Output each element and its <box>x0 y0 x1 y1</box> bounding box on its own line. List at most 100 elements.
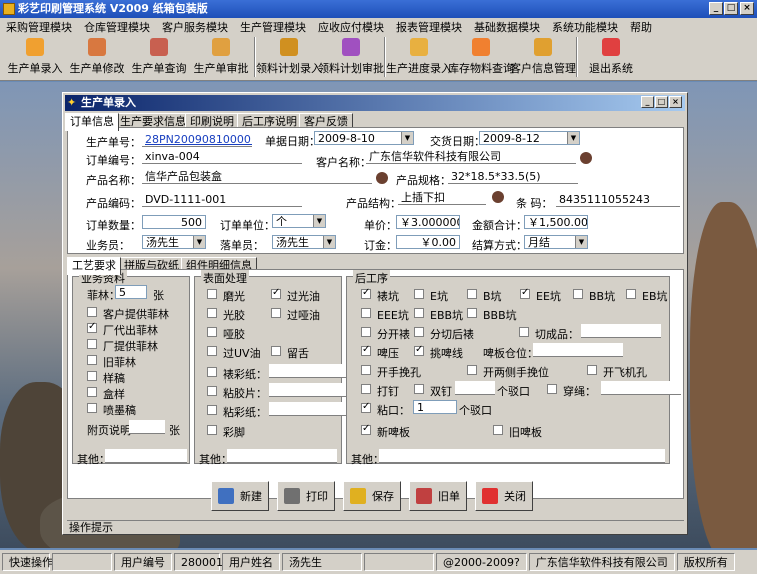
tab[interactable]: 订单信息 <box>65 113 119 131</box>
checkbox[interactable] <box>207 308 217 318</box>
checkbox-text-field[interactable] <box>269 364 349 378</box>
checkbox[interactable] <box>271 346 281 356</box>
checkbox[interactable] <box>87 355 97 365</box>
menu-item[interactable]: 仓库管理模块 <box>84 19 150 35</box>
order-no-field[interactable]: xinva-004 <box>142 150 302 164</box>
unit-select[interactable]: 个 ▼ <box>272 214 326 228</box>
business-other-field[interactable] <box>105 449 187 463</box>
checkbox[interactable] <box>207 289 217 299</box>
checkbox[interactable] <box>271 308 281 318</box>
checkbox[interactable] <box>573 289 583 299</box>
sales-select[interactable]: 汤先生 ▼ <box>142 235 206 249</box>
customer-field[interactable]: 广东信华软件科技有限公司 <box>366 150 576 164</box>
checkbox[interactable] <box>361 327 371 337</box>
attach-field[interactable] <box>129 420 165 434</box>
checkbox[interactable] <box>467 308 477 318</box>
child-minimize-button[interactable]: _ <box>641 96 654 108</box>
checkbox[interactable] <box>414 327 424 337</box>
checkbox-text-field[interactable] <box>601 381 681 395</box>
checkbox[interactable] <box>467 365 477 375</box>
toolbar-button[interactable]: 生产进度录入 <box>386 35 452 79</box>
checkbox[interactable] <box>361 384 371 394</box>
menu-item[interactable]: 帮助 <box>630 19 652 35</box>
checkbox[interactable] <box>414 384 424 394</box>
settle-select[interactable]: 月结 ▼ <box>524 235 588 249</box>
toolbar-button[interactable]: 退出系统 <box>580 35 642 79</box>
checkbox[interactable] <box>493 425 503 435</box>
checkbox[interactable] <box>587 365 597 375</box>
toolbar-button[interactable]: 领料计划审批 <box>318 35 384 79</box>
checkbox[interactable] <box>361 344 371 356</box>
toolbar-button[interactable]: 客户信息管理 <box>510 35 576 79</box>
prod-no-field[interactable]: 28PN200908100001 <box>142 133 252 147</box>
sheets-field[interactable]: 5 <box>115 285 147 299</box>
deposit-field[interactable]: ￥0.00 <box>396 235 460 249</box>
child-close-button[interactable]: × <box>669 96 682 108</box>
post-other-field[interactable] <box>379 449 665 463</box>
amount-field[interactable]: ￥1,500.00 <box>524 215 588 229</box>
checkbox[interactable] <box>207 405 217 415</box>
checkbox[interactable] <box>207 367 217 377</box>
checkbox[interactable] <box>207 386 217 396</box>
child-maximize-button[interactable]: □ <box>655 96 668 108</box>
delivery-date-picker[interactable]: 2009-8-12 ▼ <box>479 131 580 145</box>
price-field[interactable]: ￥3.000000 <box>396 215 460 229</box>
menu-item[interactable]: 基础数据模块 <box>474 19 540 35</box>
print-button[interactable]: 打印 <box>277 481 335 511</box>
die-field[interactable] <box>533 343 623 357</box>
menu-item[interactable]: 客户服务模块 <box>162 19 228 35</box>
barcode-field[interactable]: 8435111055243 <box>556 193 680 207</box>
save-button[interactable]: 保存 <box>343 481 401 511</box>
checkbox[interactable] <box>467 289 477 299</box>
checkbox[interactable] <box>87 371 97 381</box>
new-button[interactable]: 新建 <box>211 481 269 511</box>
checkbox[interactable] <box>87 403 97 413</box>
checkbox[interactable] <box>361 401 371 413</box>
checkbox[interactable] <box>361 287 371 299</box>
spec-field[interactable]: 32*18.5*33.5(5) <box>448 170 578 184</box>
checkbox-text-field[interactable] <box>269 383 349 397</box>
glue-field[interactable]: 1 <box>413 400 457 414</box>
checkbox[interactable] <box>626 289 636 299</box>
checkbox[interactable] <box>87 387 97 397</box>
menu-item[interactable]: 报表管理模块 <box>396 19 462 35</box>
customer-picker-icon[interactable] <box>580 152 592 164</box>
nail-field[interactable] <box>455 381 495 395</box>
minimize-button[interactable]: _ <box>709 2 723 15</box>
struct-picker-icon[interactable] <box>492 191 504 203</box>
checkbox[interactable] <box>207 425 217 435</box>
checkbox[interactable] <box>87 321 97 333</box>
checkbox[interactable] <box>207 327 217 337</box>
checkbox-text-field[interactable] <box>581 324 661 338</box>
toolbar-button[interactable]: 生产单录入 <box>4 35 66 79</box>
toolbar-button[interactable]: 生产单查询 <box>128 35 190 79</box>
checkbox[interactable] <box>547 384 557 394</box>
menu-item[interactable]: 应收应付模块 <box>318 19 384 35</box>
menu-item[interactable]: 生产管理模块 <box>240 19 306 35</box>
old-order-button[interactable]: 旧单 <box>409 481 467 511</box>
toolbar-button[interactable]: 生产单审批 <box>190 35 252 79</box>
toolbar-button[interactable]: 生产单修改 <box>66 35 128 79</box>
quick-ops[interactable]: 快速操作 <box>2 553 53 571</box>
checkbox[interactable] <box>519 327 529 337</box>
checkbox[interactable] <box>414 308 424 318</box>
date-picker[interactable]: 2009-8-10 ▼ <box>314 131 414 145</box>
checkbox[interactable] <box>361 365 371 375</box>
sub-tab[interactable]: 工艺要求 <box>67 257 121 275</box>
checkbox-text-field[interactable] <box>269 402 349 416</box>
checkbox[interactable] <box>414 289 424 299</box>
product-picker-icon[interactable] <box>376 172 388 184</box>
product-field[interactable]: 信华产品包装盒 <box>142 170 372 184</box>
menu-item[interactable]: 系统功能模块 <box>552 19 618 35</box>
checkbox[interactable] <box>520 287 530 299</box>
checkbox[interactable] <box>87 339 97 349</box>
maker-select[interactable]: 汤先生 ▼ <box>272 235 336 249</box>
toolbar-button[interactable]: 库存物料查询 <box>448 35 514 79</box>
checkbox[interactable] <box>271 287 281 299</box>
qty-field[interactable]: 500 <box>142 215 206 229</box>
toolbar-button[interactable]: 领料计划录入 <box>256 35 322 79</box>
struct-field[interactable]: 上插下扣 <box>398 191 486 205</box>
checkbox[interactable] <box>361 308 371 318</box>
checkbox[interactable] <box>361 423 371 435</box>
code-field[interactable]: DVD-1111-001 <box>142 193 302 207</box>
